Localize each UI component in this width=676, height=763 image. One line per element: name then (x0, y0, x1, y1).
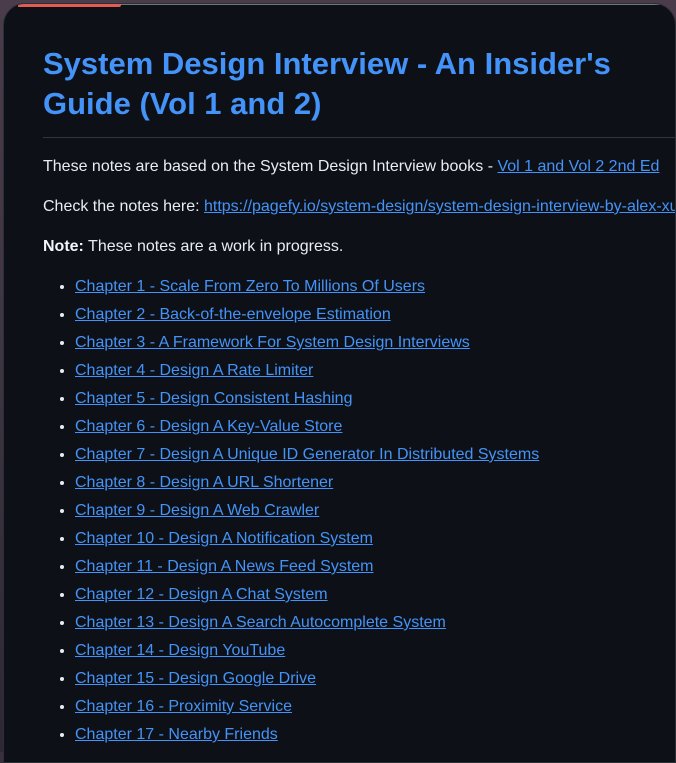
list-item: Chapter 16 - Proximity Service (75, 695, 675, 719)
list-item: Chapter 2 - Back-of-the-envelope Estimat… (75, 303, 675, 327)
list-item: Chapter 14 - Design YouTube (75, 639, 675, 663)
list-item: Chapter 1 - Scale From Zero To Millions … (75, 275, 675, 299)
chapter-link[interactable]: Chapter 17 - Nearby Friends (75, 726, 278, 743)
chapter-link[interactable]: Chapter 12 - Design A Chat System (75, 586, 328, 603)
list-item: Chapter 3 - A Framework For System Desig… (75, 331, 675, 355)
document-panel: System Design Interview - An Insider's G… (3, 3, 676, 763)
list-item: Chapter 5 - Design Consistent Hashing (75, 387, 675, 411)
list-item: Chapter 8 - Design A URL Shortener (75, 471, 675, 495)
chapter-link[interactable]: Chapter 2 - Back-of-the-envelope Estimat… (75, 306, 391, 323)
chapter-link[interactable]: Chapter 3 - A Framework For System Desig… (75, 334, 470, 351)
list-item: Chapter 7 - Design A Unique ID Generator… (75, 443, 675, 467)
list-item: Chapter 15 - Design Google Drive (75, 667, 675, 691)
list-item: Chapter 12 - Design A Chat System (75, 583, 675, 607)
intro-paragraph: These notes are based on the System Desi… (43, 155, 675, 179)
reading-progress-bar (18, 4, 121, 7)
list-item: Chapter 17 - Nearby Friends (75, 723, 675, 747)
intro-text: These notes are based on the System Desi… (43, 158, 498, 175)
chapter-link[interactable]: Chapter 8 - Design A URL Shortener (75, 474, 333, 491)
note-text: These notes are a work in progress. (83, 238, 344, 255)
books-link[interactable]: Vol 1 and Vol 2 2nd Ed (497, 158, 659, 175)
list-item: Chapter 9 - Design A Web Crawler (75, 499, 675, 523)
page-title: System Design Interview - An Insider's G… (43, 44, 675, 138)
chapter-link[interactable]: Chapter 5 - Design Consistent Hashing (75, 390, 352, 407)
list-item: Chapter 10 - Design A Notification Syste… (75, 527, 675, 551)
list-item: Chapter 11 - Design A News Feed System (75, 555, 675, 579)
chapter-link[interactable]: Chapter 11 - Design A News Feed System (75, 558, 374, 575)
notes-url-link[interactable]: https://pagefy.io/system-design/system-d… (204, 198, 675, 215)
readme-content: System Design Interview - An Insider's G… (43, 44, 675, 751)
notes-paragraph: Check the notes here: https://pagefy.io/… (43, 195, 675, 219)
note-label: Note: (43, 238, 84, 255)
notes-text: Check the notes here: (43, 198, 204, 215)
list-item: Chapter 6 - Design A Key-Value Store (75, 415, 675, 439)
chapter-link[interactable]: Chapter 6 - Design A Key-Value Store (75, 418, 342, 435)
list-item: Chapter 4 - Design A Rate Limiter (75, 359, 675, 383)
chapter-link[interactable]: Chapter 7 - Design A Unique ID Generator… (75, 446, 539, 463)
list-item: Chapter 13 - Design A Search Autocomplet… (75, 611, 675, 635)
chapter-link[interactable]: Chapter 15 - Design Google Drive (75, 670, 316, 687)
chapter-link[interactable]: Chapter 14 - Design YouTube (75, 642, 285, 659)
chapter-link[interactable]: Chapter 13 - Design A Search Autocomplet… (75, 614, 446, 631)
chapter-link[interactable]: Chapter 10 - Design A Notification Syste… (75, 530, 373, 547)
chapter-link[interactable]: Chapter 16 - Proximity Service (75, 698, 292, 715)
chapter-link[interactable]: Chapter 4 - Design A Rate Limiter (75, 362, 313, 379)
chapter-list: Chapter 1 - Scale From Zero To Millions … (43, 275, 675, 747)
wip-note: Note: These notes are a work in progress… (43, 235, 675, 259)
chapter-link[interactable]: Chapter 9 - Design A Web Crawler (75, 502, 319, 519)
chapter-link[interactable]: Chapter 1 - Scale From Zero To Millions … (75, 278, 425, 295)
